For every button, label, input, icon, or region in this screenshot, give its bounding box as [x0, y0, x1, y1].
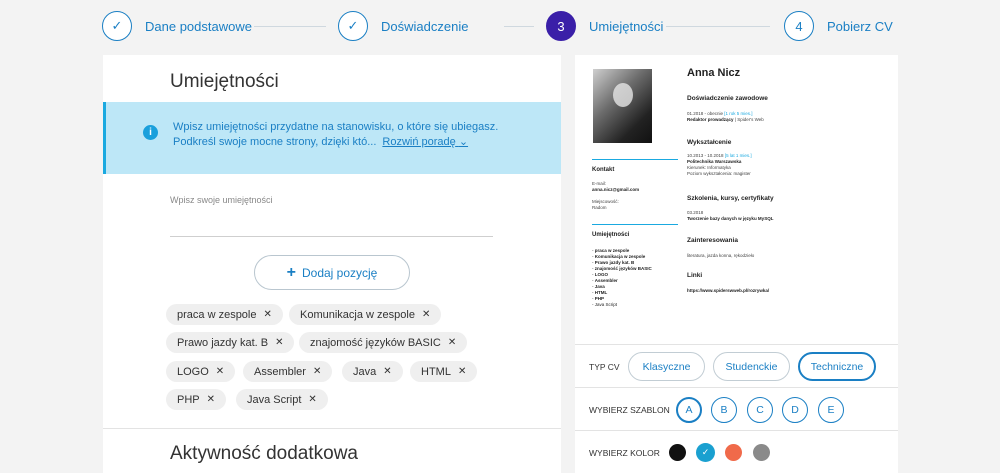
skill-tag: HTML ✕ — [410, 361, 478, 382]
remove-tag-icon[interactable]: ✕ — [207, 394, 215, 405]
tip-box: i Wpisz umiejętności przydatne na stanow… — [103, 102, 561, 174]
step-doswiadczenie[interactable]: ✓ Doświadczenie — [338, 10, 468, 42]
cv-contact-entry: E-mail: anna.nicz@gmail.com Miejscowość:… — [592, 181, 640, 210]
step-number: 4 — [784, 11, 814, 41]
step-pobierz-cv[interactable]: 4 Pobierz CV — [784, 10, 893, 42]
expand-tip-link[interactable]: Rozwiń poradę ⌄ — [382, 136, 468, 148]
skill-tag: Komunikacja w zespole ✕ — [289, 304, 442, 325]
step-label: Doświadczenie — [381, 18, 469, 34]
skills-input-placeholder[interactable]: Wpisz swoje umiejętności — [170, 195, 273, 205]
cv-skills-heading: Umiejętności — [592, 232, 630, 238]
check-icon: ✓ — [701, 447, 710, 457]
cv-education-heading: Wykształcenie — [687, 139, 732, 146]
cv-type-techniczne-button[interactable]: Techniczne — [798, 352, 876, 381]
remove-tag-icon[interactable]: ✕ — [448, 337, 456, 348]
skill-tag: LOGO ✕ — [166, 361, 236, 382]
color-gray-swatch[interactable] — [753, 444, 770, 461]
cv-skills-rule — [592, 224, 678, 225]
remove-tag-icon[interactable]: ✕ — [308, 394, 316, 405]
step-connector — [504, 26, 534, 27]
template-e-button[interactable]: E — [818, 397, 844, 423]
cv-skills-list: - praca w zespole - Komunikacja w zespol… — [592, 248, 652, 307]
skill-tag: PHP ✕ — [166, 389, 227, 410]
step-connector — [666, 26, 770, 27]
cv-interests-heading: Zainteresowania — [687, 237, 738, 244]
step-dane-podstawowe[interactable]: ✓ Dane podstawowe — [102, 10, 252, 42]
cv-course-entry: 03.2018 Tworzenie bazy danych w języku M… — [687, 210, 774, 221]
step-label: Dane podstawowe — [145, 18, 252, 34]
chevron-down-icon: ⌄ — [458, 136, 469, 148]
cv-name: Anna Nicz — [687, 67, 741, 79]
remove-tag-icon[interactable]: ✕ — [458, 366, 466, 377]
check-icon: ✓ — [338, 11, 368, 41]
section-divider — [103, 428, 561, 429]
info-icon: i — [143, 125, 158, 140]
skill-tag: Assembler ✕ — [243, 361, 333, 382]
tip-text: Wpisz umiejętności przydatne na stanowis… — [173, 120, 533, 150]
section-title: Umiejętności — [170, 71, 279, 92]
profile-photo — [593, 69, 652, 143]
skill-tag: Java ✕ — [342, 361, 403, 382]
cv-experience-entry: 01.2018 - obecnie [1 rok 5 mies.] Redakt… — [687, 111, 764, 122]
options-divider — [575, 387, 898, 388]
template-c-button[interactable]: C — [747, 397, 773, 423]
cv-links-text: https://www.spiderswweb.pl/rozrywka/ — [687, 288, 770, 293]
cv-preview: Anna Nicz Doświadczenie zawodowe 01.2018… — [575, 55, 898, 345]
skill-tag: Prawo jazdy kat. B ✕ — [166, 332, 295, 353]
skill-tag: znajomość języków BASIC ✕ — [299, 332, 468, 353]
cv-type-studenckie-button[interactable]: Studenckie — [713, 352, 790, 381]
skills-input-underline — [170, 236, 493, 237]
color-orange-swatch[interactable] — [725, 444, 742, 461]
cv-type-klasyczne-button[interactable]: Klasyczne — [628, 352, 705, 381]
step-number: 3 — [546, 11, 576, 41]
cv-courses-heading: Szkolenia, kursy, certyfikaty — [687, 195, 774, 202]
color-blue-swatch[interactable]: ✓ — [696, 443, 715, 462]
remove-tag-icon[interactable]: ✕ — [275, 337, 283, 348]
cv-contact-rule — [592, 159, 678, 160]
remove-tag-icon[interactable]: ✕ — [422, 309, 430, 320]
color-black-swatch[interactable] — [669, 444, 686, 461]
cv-type-label: TYP CV — [589, 362, 620, 372]
step-umiejetnosci[interactable]: 3 Umiejętności — [546, 10, 663, 42]
cv-education-entry: 10.2013 - 10.2018 [5 lat 1 mies.] Polite… — [687, 153, 752, 176]
add-skill-button[interactable]: + Dodaj pozycję — [254, 255, 410, 290]
cv-preview-panel: Anna Nicz Doświadczenie zawodowe 01.2018… — [575, 55, 898, 473]
cv-links-heading: Linki — [687, 272, 703, 279]
add-skill-label: Dodaj pozycję — [301, 265, 378, 280]
remove-tag-icon[interactable]: ✕ — [216, 366, 224, 377]
skills-panel: Umiejętności i Wpisz umiejętności przyda… — [103, 55, 561, 473]
cv-experience-heading: Doświadczenie zawodowe — [687, 95, 768, 102]
step-label: Umiejętności — [589, 18, 664, 34]
remove-tag-icon[interactable]: ✕ — [264, 309, 272, 320]
template-b-button[interactable]: B — [711, 397, 737, 423]
check-icon: ✓ — [102, 11, 132, 41]
cv-contact-heading: Kontakt — [592, 167, 615, 173]
options-divider — [575, 344, 898, 345]
color-label: WYBIERZ KOLOR — [589, 448, 660, 458]
remove-tag-icon[interactable]: ✕ — [313, 366, 321, 377]
step-label: Pobierz CV — [827, 18, 893, 34]
template-d-button[interactable]: D — [782, 397, 808, 423]
step-connector — [254, 26, 326, 27]
options-divider — [575, 430, 898, 431]
next-section-title[interactable]: Aktywność dodatkowa — [170, 443, 358, 465]
progress-stepper: ✓ Dane podstawowe ✓ Doświadczenie 3 Umie… — [0, 0, 1000, 55]
skill-tag: Java Script ✕ — [236, 389, 328, 410]
template-label: WYBIERZ SZABLON — [589, 405, 670, 415]
remove-tag-icon[interactable]: ✕ — [383, 366, 391, 377]
skill-tag: praca w zespole ✕ — [166, 304, 283, 325]
plus-icon: + — [286, 263, 296, 281]
cv-interests-text: literatura, jazda konna, rękodzieło — [687, 253, 755, 258]
template-a-button[interactable]: A — [676, 397, 702, 423]
